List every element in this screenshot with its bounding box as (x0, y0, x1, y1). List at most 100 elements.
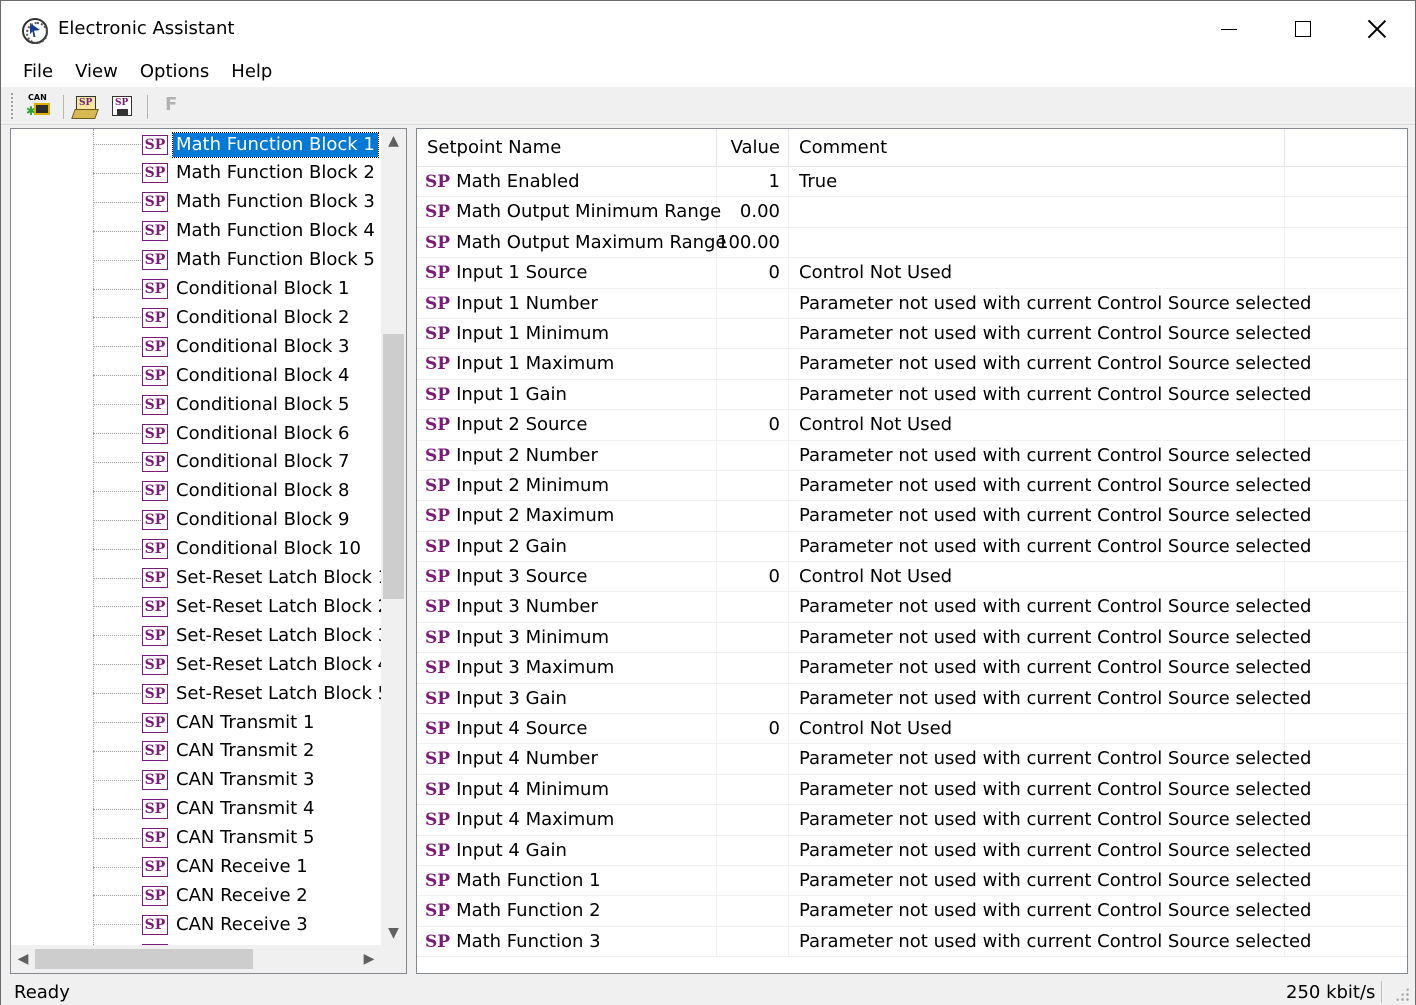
tree-item[interactable]: SP Conditional Block 4 (93, 361, 381, 390)
setpoint-value-cell[interactable] (717, 805, 789, 836)
table-row[interactable]: SP Math Function 1 Parameter not used with… (417, 865, 1407, 897)
setpoint-value-cell[interactable]: 0 (717, 562, 789, 593)
table-row[interactable]: SP Input 4 Number Parameter not used with … (417, 744, 1407, 775)
tree-item[interactable]: SP CAN Transmit 5 (93, 824, 381, 853)
scroll-down-icon[interactable]: ▼ (381, 921, 406, 945)
tree-item[interactable]: SP Conditional Block 1 (93, 275, 381, 304)
setpoint-value-cell[interactable] (717, 592, 789, 623)
setpoint-value-cell[interactable] (717, 318, 789, 350)
setpoint-value-cell[interactable] (717, 774, 789, 806)
setpoint-value-cell[interactable]: 0.00 (717, 197, 789, 228)
table-row[interactable]: SP Input 1 Source 0 Control Not Used (417, 258, 1407, 289)
minimize-button[interactable] (1192, 1, 1266, 57)
table-row[interactable]: SP Input 2 Source 0 Control Not Used (417, 410, 1407, 441)
title-bar[interactable]: Electronic Assistant (1, 1, 1415, 57)
menu-view[interactable]: View (64, 57, 129, 87)
setpoint-value-cell[interactable]: 100.00 (717, 227, 789, 259)
table-row[interactable]: SP Input 4 Minimum Parameter not used with… (417, 774, 1407, 806)
setpoint-value-cell[interactable] (717, 440, 789, 471)
tree-item[interactable]: SP Conditional Block 7 (93, 448, 381, 477)
setpoint-value-cell[interactable] (717, 926, 789, 958)
tree-item[interactable]: SP Conditional Block 3 (93, 332, 381, 361)
maximize-button[interactable] (1266, 1, 1340, 57)
tree-item[interactable]: SP CAN Transmit 2 (93, 737, 381, 766)
pane-splitter[interactable] (407, 128, 416, 974)
resize-grip-icon[interactable] (1395, 987, 1409, 1001)
tree-item[interactable]: SP Math Function Block 1 (93, 130, 381, 159)
column-header-setpoint-name[interactable]: Setpoint Name (417, 129, 717, 167)
table-row[interactable]: SP Input 1 Minimum Parameter not used with… (417, 318, 1407, 350)
tree-item[interactable]: SP CAN Transmit 3 (93, 766, 381, 795)
setpoint-value-cell[interactable]: 0 (717, 714, 789, 745)
table-row[interactable]: SP Math Enabled 1 True (417, 167, 1407, 198)
tree-item[interactable]: SP Set-Reset Latch Block 1 (93, 564, 381, 593)
flash-button[interactable]: F (159, 94, 185, 118)
tree-item[interactable]: SP Set-Reset Latch Block 2 (93, 592, 381, 621)
setpoint-value-cell[interactable] (717, 622, 789, 654)
table-row[interactable]: SP Input 1 Maximum Parameter not used with… (417, 349, 1407, 380)
table-row[interactable]: SP Input 2 Minimum Parameter not used with… (417, 470, 1407, 502)
setpoint-value-cell[interactable] (717, 653, 789, 684)
tree-item[interactable]: SP CAN Receive 3 (93, 910, 381, 939)
table-row[interactable]: SP Input 2 Gain Parameter not used with cu… (417, 531, 1407, 563)
tree-item[interactable]: SP Conditional Block 6 (93, 419, 381, 448)
table-row[interactable]: SP Input 4 Maximum Parameter not used with… (417, 805, 1407, 836)
tree-item[interactable]: SP CAN Transmit 4 (93, 795, 381, 824)
table-row[interactable]: SP Input 3 Minimum Parameter not used with… (417, 622, 1407, 654)
tree-item[interactable]: SP Conditional Block 10 (93, 535, 381, 564)
menu-help[interactable]: Help (220, 57, 283, 87)
tree-item[interactable]: SP Math Function Block 2 (93, 159, 381, 188)
table-row[interactable]: SP Input 1 Gain Parameter not used with cu… (417, 379, 1407, 411)
table-row[interactable]: SP Input 3 Number Parameter not used with … (417, 592, 1407, 623)
table-row[interactable]: SP Math Output Minimum Range 0.00 (417, 197, 1407, 228)
setpoint-value-cell[interactable] (717, 349, 789, 380)
can-connect-button[interactable]: CAN ✱ (26, 94, 52, 118)
toolbar-grip[interactable] (11, 93, 14, 119)
tree-item[interactable]: SP Conditional Block 9 (93, 506, 381, 535)
table-row[interactable]: SP Input 4 Gain Parameter not used with cu… (417, 835, 1407, 866)
table-row[interactable]: SP Input 3 Source 0 Control Not Used (417, 562, 1407, 593)
tree-item[interactable]: SP Math Function Block 3 (93, 188, 381, 217)
setpoint-value-cell[interactable] (717, 379, 789, 411)
setpoint-value-cell[interactable]: 0 (717, 258, 789, 289)
tree-item[interactable]: SP CAN Receive 1 (93, 853, 381, 882)
setpoint-value-cell[interactable] (717, 835, 789, 866)
setpoint-tree[interactable]: SP Math Function Block 1 SP Math Function B… (10, 128, 407, 974)
table-row[interactable]: SP Math Function 2 Parameter not used with… (417, 896, 1407, 927)
tree-item[interactable]: SP Math Function Block 5 (93, 246, 381, 275)
tree-item[interactable]: SP Math Function Block 4 (93, 217, 381, 246)
save-setpoint-file-button[interactable]: SP (109, 94, 135, 118)
table-row[interactable]: SP Math Function 3 Parameter not used with… (417, 926, 1407, 958)
tree-item[interactable]: SP Conditional Block 5 (93, 390, 381, 419)
setpoint-value-cell[interactable] (717, 683, 789, 715)
open-setpoint-file-button[interactable]: SP (73, 94, 99, 118)
column-header-value[interactable]: Value (717, 129, 789, 167)
column-header-comment[interactable]: Comment (789, 129, 1285, 167)
close-button[interactable] (1340, 1, 1414, 57)
tree-item[interactable]: SP Conditional Block 8 (93, 477, 381, 506)
table-row[interactable]: SP Input 1 Number Parameter not used with … (417, 288, 1407, 319)
tree-vertical-scroll-thumb[interactable] (383, 334, 404, 599)
menu-options[interactable]: Options (129, 57, 220, 87)
tree-item[interactable]: SP Set-Reset Latch Block 3 (93, 621, 381, 650)
tree-item[interactable]: SP Set-Reset Latch Block 4 (93, 650, 381, 679)
table-row[interactable]: SP Input 3 Gain Parameter not used with cu… (417, 683, 1407, 715)
setpoint-value-cell[interactable] (717, 531, 789, 563)
table-row[interactable]: SP Input 4 Source 0 Control Not Used (417, 714, 1407, 745)
tree-item[interactable]: SP Conditional Block 2 (93, 303, 381, 332)
setpoint-value-cell[interactable] (717, 288, 789, 319)
table-row[interactable]: SP Math Output Maximum Range 100.00 (417, 227, 1407, 259)
setpoint-value-cell[interactable] (717, 501, 789, 532)
tree-item[interactable]: SP Set-Reset Latch Block 5 (93, 679, 381, 708)
scroll-up-icon[interactable]: ▲ (381, 129, 406, 153)
scroll-right-icon[interactable]: ▶ (357, 945, 381, 973)
tree-item[interactable]: SP CAN Receive 2 (93, 881, 381, 910)
setpoint-value-cell[interactable] (717, 470, 789, 502)
tree-item[interactable]: SP CAN Transmit 1 (93, 708, 381, 737)
table-row[interactable]: SP Input 2 Maximum Parameter not used with… (417, 501, 1407, 532)
setpoint-value-cell[interactable]: 0 (717, 410, 789, 441)
setpoint-value-cell[interactable] (717, 896, 789, 927)
tree-horizontal-scrollbar[interactable]: ◀ ▶ (11, 945, 381, 973)
table-row[interactable]: SP Input 2 Number Parameter not used with … (417, 440, 1407, 471)
setpoint-value-cell[interactable]: 1 (717, 167, 789, 198)
